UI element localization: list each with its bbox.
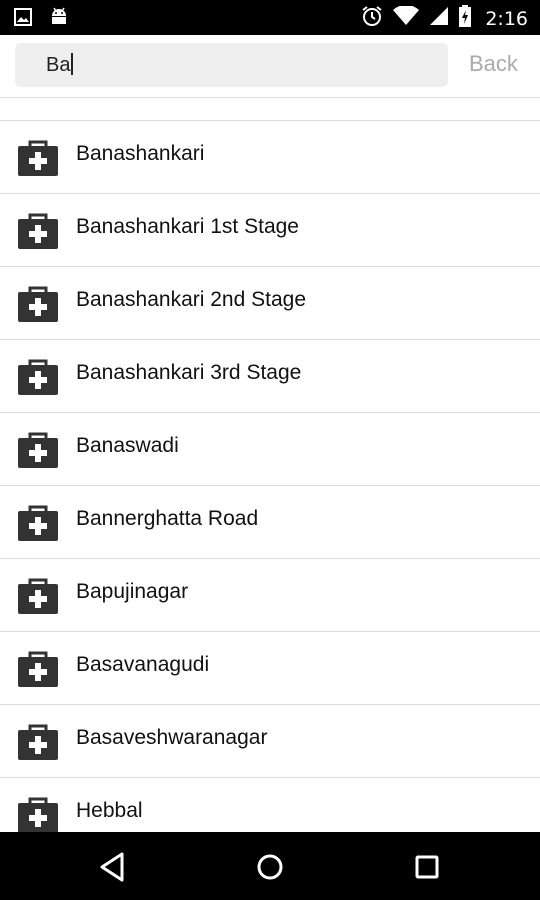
home-nav-icon[interactable] bbox=[253, 850, 287, 884]
list-item-label: Banashankari bbox=[76, 142, 205, 165]
list-item-label: Banashankari 1st Stage bbox=[76, 215, 299, 238]
list-item[interactable]: Basavanagudi bbox=[0, 632, 540, 705]
list-item[interactable]: Basaveshwaranagar bbox=[0, 705, 540, 778]
back-button[interactable]: Back bbox=[469, 51, 518, 77]
signal-icon bbox=[429, 6, 449, 31]
medical-kit-icon bbox=[18, 359, 58, 395]
recents-nav-icon[interactable] bbox=[410, 850, 444, 884]
list-item[interactable]: Banaswadi bbox=[0, 413, 540, 486]
medical-kit-icon bbox=[18, 651, 58, 687]
list-item-label: Basavanagudi bbox=[76, 653, 210, 676]
list-item[interactable]: Banashankari 1st Stage bbox=[0, 194, 540, 267]
list-item[interactable]: Banashankari 2nd Stage bbox=[0, 267, 540, 340]
list-item-label: Bannerghatta Road bbox=[76, 507, 259, 530]
medical-kit-icon bbox=[18, 578, 58, 614]
search-header: Ba Back bbox=[0, 35, 540, 98]
medical-kit-icon bbox=[18, 724, 58, 760]
medical-kit-icon bbox=[18, 432, 58, 468]
search-results-list: Banashankari Banashankari 1st Stage Bana… bbox=[0, 121, 540, 832]
back-nav-icon[interactable] bbox=[96, 850, 130, 884]
text-cursor bbox=[71, 53, 73, 75]
list-item[interactable]: Banashankari bbox=[0, 121, 540, 194]
list-item-label: Bapujinagar bbox=[76, 580, 189, 603]
list-top-divider bbox=[0, 98, 540, 121]
list-item-label: Banaswadi bbox=[76, 434, 179, 457]
medical-kit-icon bbox=[18, 505, 58, 541]
medical-kit-icon bbox=[18, 286, 58, 322]
list-item[interactable]: Hebbal bbox=[0, 778, 540, 832]
search-input[interactable]: Ba bbox=[15, 43, 448, 87]
list-item-label: Hebbal bbox=[76, 799, 143, 822]
wifi-icon bbox=[393, 4, 420, 31]
image-icon bbox=[14, 8, 32, 31]
list-item-label: Banashankari 2nd Stage bbox=[76, 288, 307, 311]
medical-kit-icon bbox=[18, 797, 58, 832]
clock-time: 2:16 bbox=[485, 7, 528, 30]
medical-kit-icon bbox=[18, 213, 58, 249]
medical-kit-icon bbox=[18, 140, 58, 176]
list-item-label: Basaveshwaranagar bbox=[76, 726, 268, 749]
alarm-icon bbox=[361, 5, 383, 32]
navigation-bar bbox=[0, 832, 540, 900]
list-item[interactable]: Bannerghatta Road bbox=[0, 486, 540, 559]
battery-icon bbox=[459, 5, 472, 32]
search-input-value[interactable]: Ba bbox=[46, 53, 73, 77]
status-bar: 2:16 bbox=[0, 0, 540, 35]
list-item[interactable]: Banashankari 3rd Stage bbox=[0, 340, 540, 413]
list-item[interactable]: Bapujinagar bbox=[0, 559, 540, 632]
list-item-label: Banashankari 3rd Stage bbox=[76, 361, 302, 384]
android-icon bbox=[50, 7, 68, 32]
